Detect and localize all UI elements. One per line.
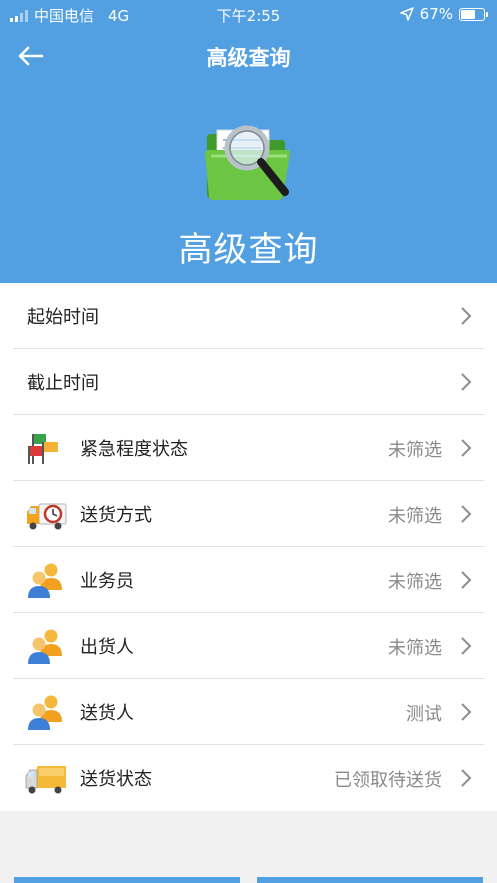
row-delivery-status[interactable]: 送货状态 已领取待送货 bbox=[13, 745, 484, 811]
row-value: 未筛选 bbox=[388, 572, 442, 593]
chevron-right-icon bbox=[461, 373, 472, 391]
row-salesperson[interactable]: 业务员 未筛选 bbox=[13, 547, 484, 613]
status-bar: 中国电信 4G 下午2:55 67% bbox=[0, 0, 497, 30]
row-value: 未筛选 bbox=[388, 638, 442, 659]
row-urgency-status[interactable]: 紧急程度状态 未筛选 bbox=[13, 415, 484, 481]
flags-icon bbox=[28, 434, 58, 464]
row-start-time[interactable]: 起始时间 bbox=[13, 283, 484, 349]
row-end-time[interactable]: 截止时间 bbox=[13, 349, 484, 415]
chevron-right-icon bbox=[461, 307, 472, 325]
users-icon bbox=[28, 695, 62, 730]
status-right: 67% bbox=[399, 5, 488, 23]
row-deliverer[interactable]: 送货人 测试 bbox=[13, 679, 484, 745]
hero-title: 高级查询 bbox=[178, 230, 319, 270]
row-label: 起始时间 bbox=[27, 307, 99, 328]
row-value: 已领取待送货 bbox=[334, 770, 442, 791]
header: 中国电信 4G 下午2:55 67% 高级查询 高级查询 bbox=[0, 0, 497, 283]
row-label: 业务员 bbox=[80, 571, 134, 592]
chevron-right-icon bbox=[461, 505, 472, 523]
row-value: 测试 bbox=[406, 704, 442, 725]
row-label: 出货人 bbox=[80, 637, 134, 658]
row-label: 送货人 bbox=[80, 703, 134, 724]
location-arrow-icon bbox=[399, 7, 414, 21]
battery-fill bbox=[461, 9, 476, 19]
folder-search-icon bbox=[205, 125, 291, 200]
row-label: 紧急程度状态 bbox=[80, 439, 188, 460]
delivery-truck-icon bbox=[25, 766, 66, 794]
row-delivery-method[interactable]: 送货方式 未筛选 bbox=[13, 481, 484, 547]
chevron-right-icon bbox=[461, 439, 472, 457]
row-label: 截止时间 bbox=[27, 373, 99, 394]
chevron-right-icon bbox=[461, 637, 472, 655]
chevron-right-icon bbox=[461, 769, 472, 787]
chevron-right-icon bbox=[461, 571, 472, 589]
users-icon bbox=[28, 629, 62, 664]
row-value: 未筛选 bbox=[388, 506, 442, 527]
row-shipper[interactable]: 出货人 未筛选 bbox=[13, 613, 484, 679]
filter-list: 起始时间 截止时间 紧急程度状态 未筛选 送货方式 未筛选 业务员 未筛选 出货… bbox=[0, 283, 497, 811]
delivery-truck-clock-icon bbox=[27, 503, 67, 530]
battery-percent: 67% bbox=[419, 5, 453, 23]
row-label: 送货方式 bbox=[80, 505, 152, 526]
bottom-button-left[interactable] bbox=[14, 877, 240, 883]
battery-icon bbox=[459, 7, 488, 21]
nav-bar: 高级查询 bbox=[0, 30, 497, 82]
chevron-right-icon bbox=[461, 703, 472, 721]
users-icon bbox=[28, 563, 62, 598]
row-value: 未筛选 bbox=[388, 440, 442, 461]
bottom-button-right[interactable] bbox=[257, 877, 483, 883]
row-label: 送货状态 bbox=[80, 769, 152, 790]
page-title: 高级查询 bbox=[206, 46, 291, 70]
